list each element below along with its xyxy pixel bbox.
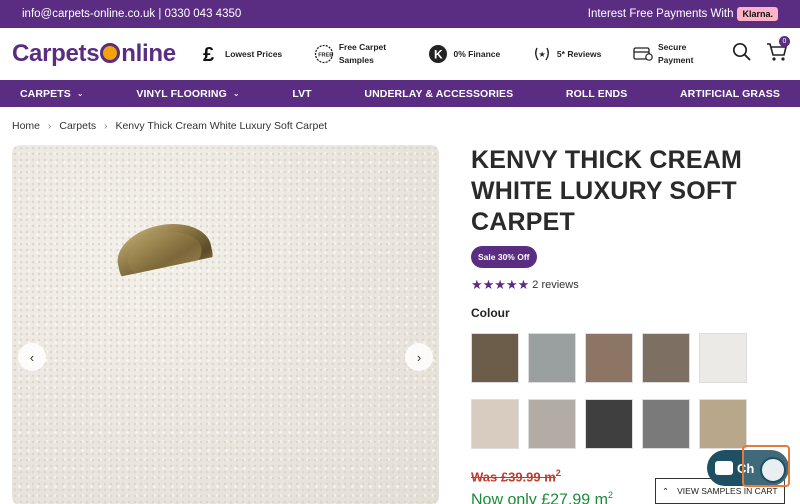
unit-superscript: 2: [607, 490, 613, 501]
chat-icon: [715, 461, 733, 475]
usp-label: 0% Finance: [453, 48, 501, 59]
product-title: KENVY THICK CREAM WHITE LUXURY SOFT CARP…: [471, 146, 743, 236]
gallery-next-button[interactable]: ›: [405, 343, 433, 371]
view-samples-label: VIEW SAMPLES IN CART: [677, 486, 778, 496]
chevron-right-icon: ›: [104, 120, 108, 132]
site-header: Carpets nline £ Lowest Prices FREE Free …: [0, 28, 800, 80]
chevron-right-icon: ›: [416, 349, 422, 365]
nav-item-underlay[interactable]: UNDERLAY & ACCESSORIES: [364, 88, 513, 100]
breadcrumb-carpets[interactable]: Carpets: [59, 120, 96, 132]
usp-label: Free Carpet Samples: [338, 42, 387, 65]
logo-o-mark: [100, 43, 121, 63]
usp-reviews: ★ 5* Reviews: [532, 44, 601, 64]
usp-lowest-prices: £ Lowest Prices: [200, 44, 282, 64]
cart-icon: [766, 42, 788, 66]
colour-swatch[interactable]: [642, 399, 690, 449]
sale-badge: Sale 30% Off: [471, 246, 537, 268]
chevron-left-icon: ‹: [29, 349, 35, 365]
payments-text: Interest Free Payments With: [587, 8, 734, 20]
review-count: 2 reviews: [532, 279, 579, 291]
secure-card-icon: [633, 44, 653, 64]
svg-text:£: £: [203, 44, 214, 64]
was-price-text: Was £39.99 m: [471, 469, 556, 485]
klarna-k-icon: K: [428, 44, 448, 64]
contact-info[interactable]: info@carpets-online.co.uk | 0330 043 435…: [22, 8, 241, 20]
main-nav: CARPETS ⌄ VINYL FLOORING ⌄ LVT UNDERLAY …: [0, 80, 800, 107]
chevron-up-icon: ⌃: [662, 485, 670, 496]
free-sample-icon: FREE: [314, 44, 334, 64]
colour-swatch[interactable]: [699, 333, 747, 383]
usp-secure-payment: Secure Payment: [633, 41, 716, 67]
product-image-gallery[interactable]: ‹ ›: [12, 145, 439, 504]
carpet-texture: [12, 145, 439, 504]
svg-text:FREE: FREE: [318, 53, 333, 59]
chevron-down-icon: ⌄: [232, 89, 240, 98]
usp-free-samples: FREE Free Carpet Samples: [314, 41, 397, 67]
nav-label: VINYL FLOORING: [136, 87, 227, 100]
pound-icon: £: [200, 44, 220, 64]
colour-swatches: [471, 333, 771, 449]
unit-superscript: 2: [555, 468, 561, 478]
nav-item-artificial-grass[interactable]: ARTIFICIAL GRASS: [680, 88, 780, 100]
nav-label: LVT: [292, 87, 312, 100]
nav-label: UNDERLAY & ACCESSORIES: [364, 87, 514, 100]
payments-info: Interest Free Payments With Klarna.: [588, 7, 778, 21]
site-logo[interactable]: Carpets nline: [12, 40, 192, 68]
cart-count-badge: 0: [779, 35, 790, 47]
top-bar: info@carpets-online.co.uk | 0330 043 435…: [0, 0, 800, 28]
nav-item-lvt[interactable]: LVT: [292, 88, 311, 100]
logo-text-1: Carpets: [12, 40, 100, 67]
nav-item-roll-ends[interactable]: ROLL ENDS: [566, 88, 627, 100]
colour-swatch[interactable]: [471, 333, 519, 383]
chevron-right-icon: ›: [48, 120, 52, 132]
colour-label: Colour: [471, 306, 510, 320]
rating[interactable]: ★★★★★ 2 reviews: [471, 277, 771, 293]
colour-swatch[interactable]: [528, 399, 576, 449]
nav-label: CARPETS: [20, 87, 71, 100]
breadcrumb-current: Kenvy Thick Cream White Luxury Soft Carp…: [115, 120, 328, 132]
now-price-text: Now only £27.99 m: [471, 491, 608, 504]
search-icon[interactable]: [732, 42, 752, 67]
colour-swatch[interactable]: [585, 333, 633, 383]
colour-swatch[interactable]: [585, 399, 633, 449]
breadcrumb-home[interactable]: Home: [12, 120, 40, 132]
svg-text:★: ★: [538, 50, 545, 59]
star-rating-icon: ★★★★★: [471, 277, 530, 292]
colour-swatch[interactable]: [471, 399, 519, 449]
nav-label: ARTIFICIAL GRASS: [680, 87, 780, 100]
usp-finance: K 0% Finance: [428, 44, 500, 64]
svg-text:K: K: [434, 48, 443, 62]
usp-bar: £ Lowest Prices FREE Free Carpet Samples…: [200, 41, 716, 67]
colour-swatch[interactable]: [528, 333, 576, 383]
colour-swatch[interactable]: [642, 333, 690, 383]
usp-label: Secure Payment: [658, 42, 694, 65]
header-actions: 0: [732, 35, 790, 67]
klarna-badge: Klarna.: [737, 7, 778, 21]
nav-item-vinyl-flooring[interactable]: VINYL FLOORING ⌄: [136, 88, 239, 100]
cart-button[interactable]: 0: [766, 35, 790, 67]
accessibility-widget[interactable]: [742, 445, 790, 487]
nav-item-carpets[interactable]: CARPETS ⌄: [20, 88, 84, 100]
logo-text-2: nline: [121, 40, 176, 67]
gallery-prev-button[interactable]: ‹: [18, 343, 46, 371]
chevron-down-icon: ⌄: [76, 89, 84, 98]
laurel-icon: ★: [532, 44, 552, 64]
accessibility-icon: [760, 457, 786, 483]
usp-label: 5* Reviews: [556, 48, 602, 59]
usp-label: Lowest Prices: [225, 48, 283, 59]
nav-label: ROLL ENDS: [565, 87, 628, 100]
breadcrumb: Home › Carpets › Kenvy Thick Cream White…: [0, 107, 800, 145]
product-main: ‹ › KENVY THICK CREAM WHITE LUXURY SOFT …: [0, 145, 800, 504]
colour-swatch[interactable]: [699, 399, 747, 449]
